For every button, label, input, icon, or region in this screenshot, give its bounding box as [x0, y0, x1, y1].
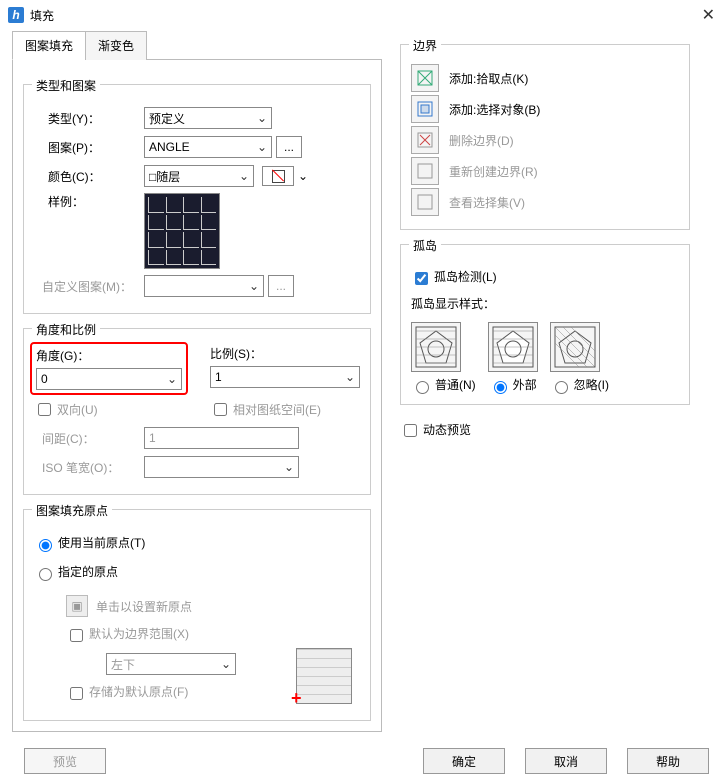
iso-label: ISO 笔宽(O)：	[34, 459, 144, 476]
add-pick-label[interactable]: 添加:拾取点(K)	[449, 70, 528, 87]
origin-pos-select: 左下	[106, 653, 236, 675]
group-title: 孤岛	[409, 237, 441, 254]
island-ignore-card[interactable]	[550, 322, 600, 372]
pattern-preview[interactable]	[144, 193, 220, 269]
chevron-down-icon[interactable]: ⌄	[298, 169, 308, 183]
iso-select	[144, 456, 299, 478]
island-normal-radio[interactable]: 普通(N)	[411, 376, 476, 394]
store-default-checkbox: 存储为默认原点(F)	[66, 683, 188, 702]
recreate-boundary-icon	[411, 157, 439, 185]
pick-origin-icon: ▣	[66, 595, 88, 617]
group-title: 类型和图案	[32, 77, 100, 94]
origin-preview	[296, 648, 352, 704]
sample-label: 样例：	[34, 193, 144, 210]
specified-origin-radio[interactable]: 指定的原点	[34, 563, 118, 581]
group-title: 角度和比例	[32, 321, 100, 338]
custom-pattern-label: 自定义图案(M)：	[34, 278, 144, 295]
add-select-label[interactable]: 添加:选择对象(B)	[449, 101, 540, 118]
delete-boundary-label: 删除边界(D)	[449, 132, 514, 149]
group-angle-scale: 角度和比例 角度(G)： 0 比例(S)： 1 双向(U) 相	[23, 328, 371, 495]
group-boundary: 边界 添加:拾取点(K) 添加:选择对象(B) 删除边界(D) 重新创建边界(R…	[400, 44, 690, 230]
group-title: 边界	[409, 37, 441, 54]
bylayer-swatch[interactable]	[262, 166, 294, 186]
app-icon: h	[8, 7, 24, 23]
add-pick-icon[interactable]	[411, 64, 439, 92]
group-type-pattern: 类型和图案 类型(Y)： 预定义 图案(P)： ANGLE ... 颜色(C)：…	[23, 84, 371, 314]
tab-bar: 图案填充 渐变色	[12, 30, 382, 60]
type-select[interactable]: 预定义	[144, 107, 272, 129]
delete-boundary-icon	[411, 126, 439, 154]
type-label: 类型(Y)：	[34, 110, 144, 127]
window-title: 填充	[30, 7, 54, 24]
island-ignore-radio[interactable]: 忽略(I)	[550, 376, 609, 394]
group-origin: 图案填充原点 使用当前原点(T) 指定的原点 ▣ 单击以设置新原点 默认为边界范…	[23, 509, 371, 721]
view-selection-icon	[411, 188, 439, 216]
cancel-button[interactable]: 取消	[525, 748, 607, 774]
title-bar: h 填充 ✕	[0, 0, 723, 30]
default-bound-checkbox: 默认为边界范围(X)	[66, 625, 189, 644]
recreate-boundary-label: 重新创建边界(R)	[449, 163, 538, 180]
scale-label: 比例(S)：	[210, 345, 360, 362]
color-label: 颜色(C)：	[34, 168, 144, 185]
island-outer-radio[interactable]: 外部	[489, 376, 537, 394]
add-select-icon[interactable]	[411, 95, 439, 123]
use-current-origin-radio[interactable]: 使用当前原点(T)	[34, 534, 145, 552]
island-normal-card[interactable]	[411, 322, 461, 372]
dynamic-preview-checkbox[interactable]: 动态预览	[400, 421, 471, 440]
tab-gradient[interactable]: 渐变色	[85, 31, 147, 60]
relative-checkbox: 相对图纸空间(E)	[210, 400, 360, 419]
angle-label: 角度(G)：	[36, 347, 182, 364]
scale-select[interactable]: 1	[210, 366, 360, 388]
button-bar: 预览 确定 取消 帮助	[0, 740, 723, 782]
group-title: 图案填充原点	[32, 502, 112, 519]
view-selection-label: 查看选择集(V)	[449, 194, 525, 211]
angle-select[interactable]: 0	[36, 368, 182, 390]
tab-pattern[interactable]: 图案填充	[12, 31, 86, 60]
help-button[interactable]: 帮助	[627, 748, 709, 774]
highlight-box: 角度(G)： 0	[30, 342, 188, 395]
spacing-label: 间距(C)：	[34, 430, 144, 447]
island-detect-checkbox[interactable]: 孤岛检测(L)	[411, 268, 497, 287]
pattern-browse-button[interactable]: ...	[276, 136, 302, 158]
custom-pattern-select	[144, 275, 264, 297]
ok-button[interactable]: 确定	[423, 748, 505, 774]
island-outer-card[interactable]	[488, 322, 538, 372]
double-checkbox: 双向(U)	[34, 400, 184, 419]
color-select[interactable]: □随层	[144, 165, 254, 187]
custom-pattern-browse-button: ...	[268, 275, 294, 297]
pattern-select[interactable]: ANGLE	[144, 136, 272, 158]
pattern-label: 图案(P)：	[34, 139, 144, 156]
group-island: 孤岛 孤岛检测(L) 孤岛显示样式： 普通(N) 外部 忽略(I)	[400, 244, 690, 405]
island-style-label: 孤岛显示样式：	[411, 295, 679, 312]
spacing-input: 1	[144, 427, 299, 449]
click-origin-label: 单击以设置新原点	[96, 598, 192, 615]
preview-button: 预览	[24, 748, 106, 774]
close-icon[interactable]: ✕	[702, 5, 715, 25]
